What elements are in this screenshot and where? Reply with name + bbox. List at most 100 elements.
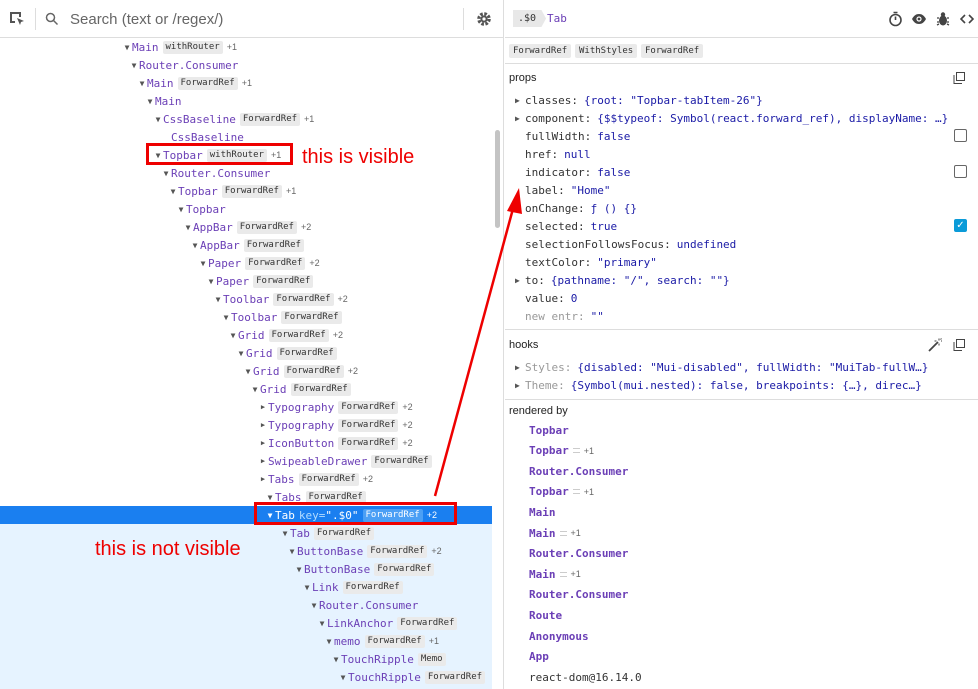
prop-key: href: bbox=[525, 147, 559, 161]
prop-key: new entr: bbox=[525, 309, 585, 323]
prop-row[interactable]: label: "Home" bbox=[515, 181, 611, 199]
prop-checkbox[interactable] bbox=[954, 165, 967, 178]
hoc-count: +1 bbox=[583, 445, 595, 456]
section-divider bbox=[505, 329, 978, 330]
owner-item[interactable]: Topbar bbox=[529, 421, 569, 439]
magic-wand-icon[interactable] bbox=[927, 337, 943, 353]
owner-name: App bbox=[529, 650, 549, 664]
owner-item[interactable]: App bbox=[529, 648, 549, 666]
bug-icon[interactable] bbox=[934, 9, 952, 29]
hooks-section-title: hooks bbox=[509, 339, 539, 351]
prop-value[interactable]: {pathname: "/", search: ""} bbox=[551, 274, 730, 287]
expand-arrow-icon[interactable]: ▶ bbox=[515, 96, 525, 105]
prop-value[interactable]: undefined bbox=[677, 238, 737, 251]
rendered-by-section-title: rendered by bbox=[509, 405, 568, 417]
owner-name: Route bbox=[529, 608, 563, 622]
prop-checkbox[interactable]: ✓ bbox=[954, 219, 967, 232]
owner-name: Main bbox=[529, 567, 556, 581]
owner-item[interactable]: Router.Consumer bbox=[529, 462, 628, 480]
hook-value[interactable]: {disabled: "Mui-disabled", fullWidth: "M… bbox=[577, 361, 928, 374]
prop-value[interactable]: "primary" bbox=[597, 256, 657, 269]
selected-element-key-tag: .$0 bbox=[513, 10, 547, 27]
hook-key: Theme: bbox=[525, 378, 565, 392]
prop-value[interactable]: 0 bbox=[571, 292, 578, 305]
inspector-header: .$0 Tab bbox=[505, 0, 978, 38]
prop-key: textColor: bbox=[525, 255, 592, 269]
prop-row[interactable]: new entr: "" bbox=[515, 307, 604, 325]
owner-item[interactable]: Topbar +1 bbox=[529, 442, 594, 460]
owner-name: Topbar bbox=[529, 423, 569, 437]
prop-row[interactable]: ▶ classes: {root: "Topbar-tabItem-26"} bbox=[515, 91, 763, 109]
owner-name: Anonymous bbox=[529, 629, 589, 643]
selected-element-name: Tab bbox=[547, 12, 567, 25]
owner-item[interactable]: Router.Consumer bbox=[529, 545, 628, 563]
owner-name: Router.Consumer bbox=[529, 588, 629, 602]
owner-item[interactable]: Main +1 bbox=[529, 524, 581, 542]
prop-key: onChange: bbox=[525, 201, 585, 215]
owner-name: Router.Consumer bbox=[529, 547, 629, 561]
prop-checkbox[interactable] bbox=[954, 129, 967, 142]
prop-value[interactable]: {$$typeof: Symbol(react.forward_ref), di… bbox=[597, 112, 948, 125]
hook-row[interactable]: ▶ Theme: {Symbol(mui.nested): false, break… bbox=[515, 376, 922, 394]
prop-row[interactable]: ▶ to: {pathname: "/", search: ""} bbox=[515, 271, 730, 289]
prop-value[interactable]: "" bbox=[591, 310, 604, 323]
prop-key: selectionFollowsFocus: bbox=[525, 237, 671, 251]
prop-row[interactable]: textColor: "primary" bbox=[515, 253, 657, 271]
hook-row[interactable]: ▶ Styles: {disabled: "Mui-disabled", fullW… bbox=[515, 358, 928, 376]
prop-row[interactable]: href: null bbox=[515, 145, 591, 163]
expand-arrow-icon[interactable]: ▶ bbox=[515, 381, 525, 390]
prop-value[interactable]: ƒ () {} bbox=[591, 202, 637, 215]
hoc-badge: ForwardRef bbox=[509, 44, 572, 58]
prop-row[interactable]: value: 0 bbox=[515, 289, 577, 307]
prop-key: indicator: bbox=[525, 165, 592, 179]
prop-row[interactable]: ▶ component: {$$typeof: Symbol(react.forwa… bbox=[515, 109, 948, 127]
hoc-badges: ForwardRef WithStyles ForwardRef bbox=[505, 38, 978, 64]
hoc-count: +1 bbox=[583, 486, 595, 497]
expand-arrow-icon[interactable]: ▶ bbox=[515, 363, 525, 372]
prop-row[interactable]: selectionFollowsFocus: undefined bbox=[515, 235, 736, 253]
prop-row[interactable]: onChange: ƒ () {} bbox=[515, 199, 637, 217]
hoc-count: +1 bbox=[570, 528, 581, 538]
owner-name: Topbar bbox=[529, 485, 569, 499]
stopwatch-icon[interactable] bbox=[886, 9, 904, 29]
hook-value[interactable]: {Symbol(mui.nested): false, breakpoints:… bbox=[571, 379, 922, 392]
hoc-badge: ForwardRef bbox=[641, 44, 704, 58]
prop-row[interactable]: fullWidth: false bbox=[515, 127, 630, 145]
owner-item[interactable]: Main bbox=[529, 503, 556, 521]
prop-value[interactable]: true bbox=[591, 220, 618, 233]
expand-arrow-icon[interactable]: ▶ bbox=[515, 114, 525, 123]
code-icon[interactable] bbox=[958, 9, 976, 29]
prop-value[interactable]: {root: "Topbar-tabItem-26"} bbox=[584, 94, 763, 107]
owner-item[interactable]: Main +1 bbox=[529, 565, 581, 583]
prop-value[interactable]: false bbox=[597, 166, 630, 179]
owner-name: react-dom@16.14.0 bbox=[529, 670, 642, 684]
copy-icon[interactable] bbox=[951, 337, 967, 353]
prop-key: label: bbox=[525, 183, 565, 197]
prop-key: to: bbox=[525, 273, 545, 287]
prop-row[interactable]: selected: true bbox=[515, 217, 617, 235]
hook-key: Styles: bbox=[525, 360, 572, 374]
prop-key: value: bbox=[525, 291, 565, 305]
owner-name: Topbar bbox=[529, 444, 569, 458]
inspector-panel: .$0 Tab ForwardRef WithStyles ForwardRef… bbox=[505, 0, 978, 689]
hoc-indicator-icon bbox=[559, 571, 567, 577]
prop-row[interactable]: indicator: false bbox=[515, 163, 630, 181]
owner-item[interactable]: Route bbox=[529, 606, 562, 624]
prop-key: component: bbox=[525, 111, 592, 125]
prop-value[interactable]: false bbox=[597, 130, 630, 143]
hoc-indicator-icon bbox=[572, 489, 580, 495]
hoc-badge: WithStyles bbox=[575, 44, 638, 58]
owner-item[interactable]: Topbar +1 bbox=[529, 483, 594, 501]
owner-name: Main bbox=[529, 505, 556, 519]
prop-value[interactable]: "Home" bbox=[571, 184, 611, 197]
owner-item[interactable]: Anonymous bbox=[529, 627, 589, 645]
copy-icon[interactable] bbox=[951, 70, 967, 86]
prop-value[interactable]: null bbox=[564, 148, 591, 161]
prop-key: fullWidth: bbox=[525, 129, 592, 143]
prop-key: selected: bbox=[525, 219, 585, 233]
prop-key: classes: bbox=[525, 93, 578, 107]
expand-arrow-icon[interactable]: ▶ bbox=[515, 276, 525, 285]
eye-icon[interactable] bbox=[910, 9, 928, 29]
owner-item[interactable]: Router.Consumer bbox=[529, 586, 628, 604]
props-section-title: props bbox=[509, 72, 537, 84]
